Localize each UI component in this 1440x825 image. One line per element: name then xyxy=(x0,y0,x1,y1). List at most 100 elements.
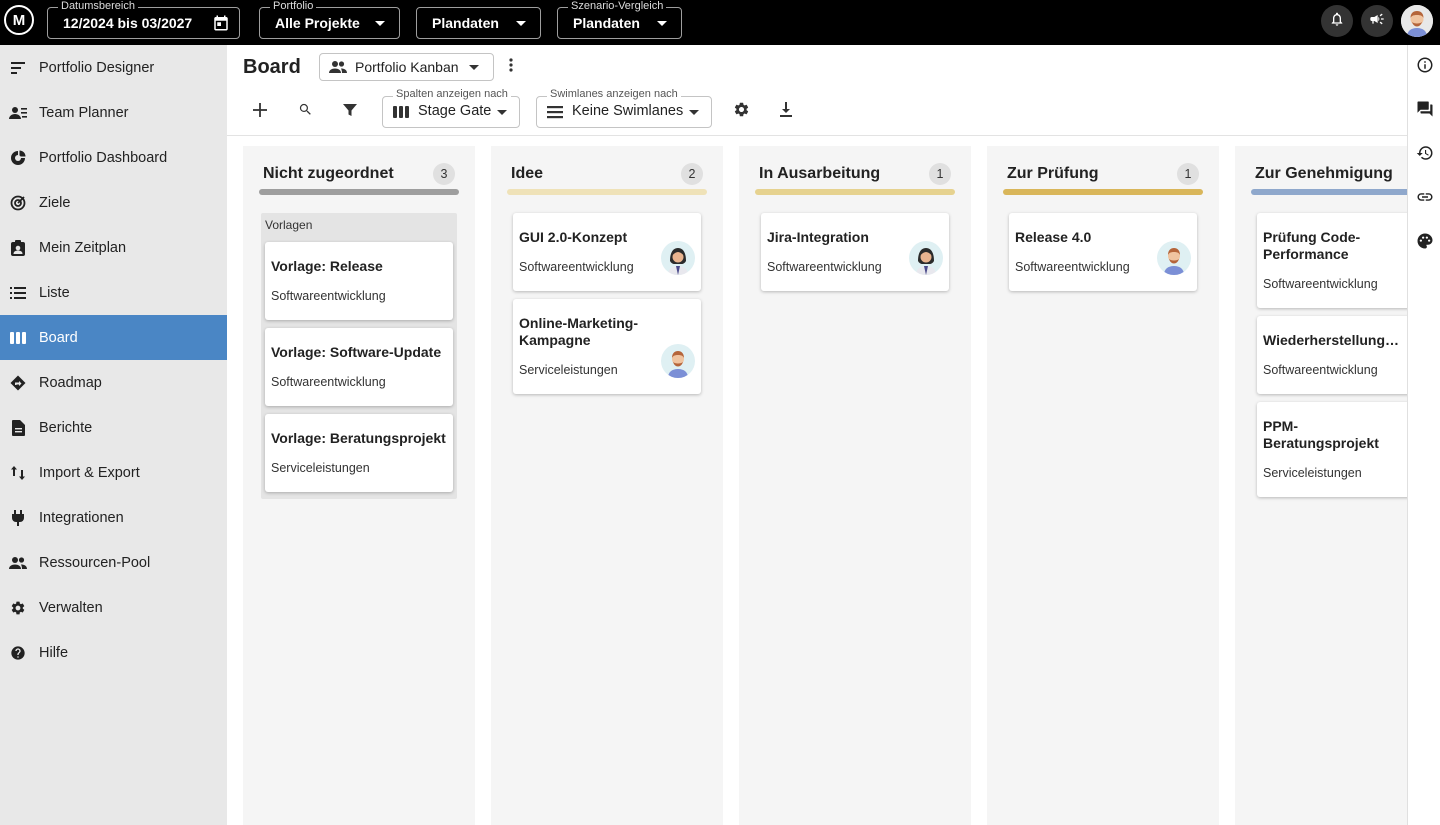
column-title: Zur Prüfung xyxy=(1007,165,1099,182)
chevron-down-icon xyxy=(497,110,507,115)
user-avatar[interactable] xyxy=(1401,5,1433,37)
import-export-icon xyxy=(9,464,27,482)
card-title: Jira-Integration xyxy=(767,229,869,245)
sidebar-item-label: Portfolio Designer xyxy=(39,59,155,76)
link-button[interactable] xyxy=(1415,189,1435,209)
column-color-bar xyxy=(507,189,707,195)
sidebar-item-integrationen[interactable]: Integrationen xyxy=(0,495,227,540)
project-card[interactable]: PPM-Beratungsprojekt Serviceleistungen xyxy=(1257,402,1407,497)
project-card[interactable]: Release 4.0 Softwareentwicklung xyxy=(1009,213,1197,291)
roadmap-icon xyxy=(9,374,27,392)
project-card[interactable]: Jira-Integration Softwareentwicklung xyxy=(761,213,949,291)
palette-icon xyxy=(1416,232,1434,255)
card-title: GUI 2.0-Konzept xyxy=(519,229,628,245)
dataset-select[interactable]: Plandaten xyxy=(416,7,541,39)
column-count-badge: 1 xyxy=(929,163,951,185)
project-card[interactable]: Online-Marketing-Kampagne Serviceleistun… xyxy=(513,299,701,394)
sidebar-item-portfolio-dashboard[interactable]: Portfolio Dashboard xyxy=(0,135,227,180)
swimlanes-by-select[interactable]: Swimlanes anzeigen nach Keine Swimlanes xyxy=(536,88,712,128)
plug-icon xyxy=(9,509,27,527)
people-icon xyxy=(9,554,27,572)
sidebar-item-berichte[interactable]: Berichte xyxy=(0,405,227,450)
plus-icon xyxy=(253,102,267,122)
column-title: Zur Genehmigung xyxy=(1255,165,1393,182)
assignee-avatar[interactable] xyxy=(909,241,943,275)
card-category: Serviceleistungen xyxy=(1263,466,1362,480)
sidebar-item-label: Mein Zeitplan xyxy=(39,239,127,256)
scenario-label: Szenario-Vergleich xyxy=(568,0,667,13)
sidebar-item-liste[interactable]: Liste xyxy=(0,270,227,315)
calendar-icon[interactable] xyxy=(212,14,230,37)
sidebar-item-label: Berichte xyxy=(39,419,93,436)
column-count-badge: 3 xyxy=(433,163,455,185)
comments-button[interactable] xyxy=(1415,101,1435,121)
sidebar-item-mein-zeitplan[interactable]: Mein Zeitplan xyxy=(0,225,227,270)
chevron-down-icon xyxy=(689,110,699,115)
right-rail xyxy=(1407,45,1440,825)
gear-icon xyxy=(9,599,27,617)
board-column: Nicht zugeordnet 3 Vorlagen Vorlage: Rel… xyxy=(243,146,475,825)
sidebar-item-ressourcen-pool[interactable]: Ressourcen-Pool xyxy=(0,540,227,585)
project-card[interactable]: GUI 2.0-Konzept Softwareentwicklung xyxy=(513,213,701,291)
scenario-select[interactable]: Szenario-Vergleich Plandaten xyxy=(557,0,682,39)
card-category: Softwareentwicklung xyxy=(767,260,882,274)
card-title: Vorlage: Software-Update xyxy=(271,344,442,360)
card-title: Vorlage: Release xyxy=(271,258,383,274)
card-category: Softwareentwicklung xyxy=(1263,277,1378,291)
card-title: Release 4.0 xyxy=(1015,229,1092,245)
search-button[interactable] xyxy=(291,98,319,126)
sidebar-item-team-planner[interactable]: Team Planner xyxy=(0,90,227,135)
portfolio-select[interactable]: Portfolio Alle Projekte xyxy=(259,0,400,39)
assignee-avatar[interactable] xyxy=(661,344,695,378)
project-card[interactable]: Vorlage: Release Softwareentwicklung xyxy=(265,242,453,320)
app-logo[interactable]: M xyxy=(4,5,34,35)
sidebar-item-board[interactable]: Board xyxy=(0,315,227,360)
swimlanes-by-label: Swimlanes anzeigen nach xyxy=(547,88,681,101)
sidebar-item-import-export[interactable]: Import & Export xyxy=(0,450,227,495)
sidebar-item-verwalten[interactable]: Verwalten xyxy=(0,585,227,630)
column-title: Idee xyxy=(511,165,544,182)
search-icon xyxy=(298,102,313,122)
download-button[interactable] xyxy=(772,98,800,126)
column-color-bar xyxy=(259,189,459,195)
sidebar-item-label: Liste xyxy=(39,284,70,301)
column-count-badge: 2 xyxy=(681,163,703,185)
columns-by-value: Stage Gate xyxy=(418,103,492,119)
view-select-value: Portfolio Kanban xyxy=(355,59,459,75)
filter-button[interactable] xyxy=(336,98,364,126)
help-icon xyxy=(9,644,27,662)
project-card[interactable]: Vorlage: Software-Update Softwareentwick… xyxy=(265,328,453,406)
sidebar-item-roadmap[interactable]: Roadmap xyxy=(0,360,227,405)
theme-button[interactable] xyxy=(1415,233,1435,253)
sidebar-item-portfolio-designer[interactable]: Portfolio Designer xyxy=(0,45,227,90)
sidebar-item-ziele[interactable]: Ziele xyxy=(0,180,227,225)
sidebar-item-label: Portfolio Dashboard xyxy=(39,149,168,166)
project-card[interactable]: Prüfung Code-Performance Softwareentwick… xyxy=(1257,213,1407,308)
history-button[interactable] xyxy=(1415,145,1435,165)
announcements-button[interactable] xyxy=(1361,5,1393,37)
card-title: PPM-Beratungsprojekt xyxy=(1263,418,1379,451)
assignee-avatar[interactable] xyxy=(661,241,695,275)
sidebar-item-hilfe[interactable]: Hilfe xyxy=(0,630,227,675)
project-card[interactable]: Wiederherstellungs… Softwareentwicklung xyxy=(1257,316,1407,394)
chevron-down-icon xyxy=(375,21,385,26)
add-button[interactable] xyxy=(246,98,274,126)
more-options-button[interactable] xyxy=(503,57,519,77)
view-select[interactable]: Portfolio Kanban xyxy=(319,53,494,81)
columns-by-select[interactable]: Spalten anzeigen nach Stage Gate xyxy=(382,88,520,128)
project-card[interactable]: Vorlage: Beratungsprojekt Serviceleistun… xyxy=(265,414,453,492)
date-range-field[interactable]: Datumsbereich 12/2024 bis 03/2027 xyxy=(47,0,240,39)
sidebar-item-label: Import & Export xyxy=(39,464,140,481)
board-column: Zur Prüfung 1 Release 4.0 Softwareentwic… xyxy=(987,146,1219,825)
settings-button[interactable] xyxy=(727,98,755,126)
people-icon xyxy=(329,59,347,78)
menu-lines-icon xyxy=(547,105,563,123)
assignee-avatar[interactable] xyxy=(1157,241,1191,275)
card-title: Wiederherstellungs… xyxy=(1263,332,1403,348)
filter-icon xyxy=(343,103,357,122)
sidebar-item-label: Ressourcen-Pool xyxy=(39,554,151,571)
board-column: Zur Genehmigung Prüfung Code-Performance… xyxy=(1235,146,1407,825)
notifications-button[interactable] xyxy=(1321,5,1353,37)
info-button[interactable] xyxy=(1415,57,1435,77)
scenario-value: Plandaten xyxy=(573,15,640,31)
